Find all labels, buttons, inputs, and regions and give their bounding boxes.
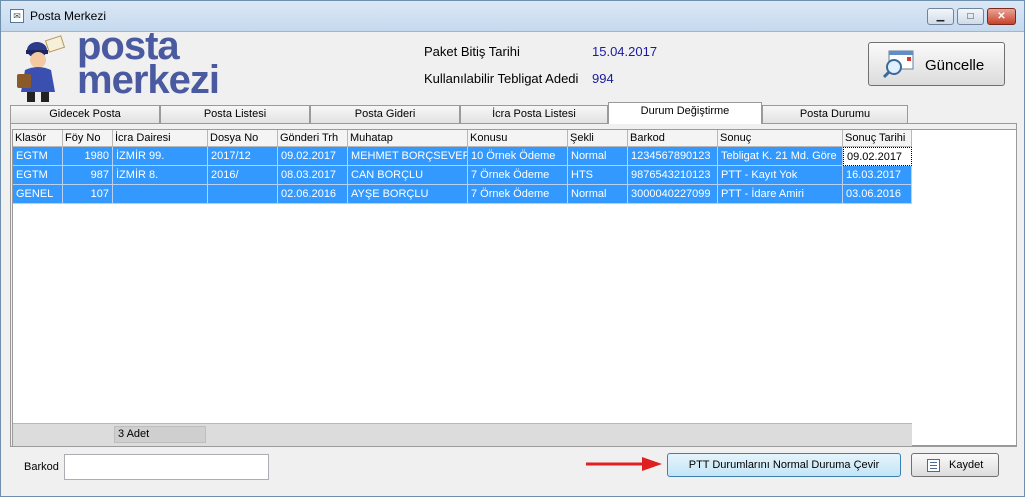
cell-barkod[interactable]: 3000040227099 xyxy=(628,185,718,204)
cell-dosya-no[interactable] xyxy=(208,185,278,204)
barkod-label: Barkod xyxy=(24,461,59,473)
save-button-label: Kaydet xyxy=(949,459,984,471)
column-header-sonuc[interactable]: Sonuç xyxy=(718,130,843,147)
window-title: Posta Merkezi xyxy=(30,9,107,23)
cell-konusu[interactable]: 7 Örnek Ödeme xyxy=(468,166,568,185)
cell-sonuc[interactable]: PTT - Kayıt Yok xyxy=(718,166,843,185)
maximize-button[interactable]: □ xyxy=(957,8,984,25)
available-notice-count-value: 994 xyxy=(592,71,614,86)
cell-foy-no[interactable]: 1980 xyxy=(63,147,113,166)
column-header-sekli[interactable]: Şekli xyxy=(568,130,628,147)
cell-barkod[interactable]: 9876543210123 xyxy=(628,166,718,185)
column-header-foy-no[interactable]: Föy No xyxy=(63,130,113,147)
minimize-button[interactable]: ▁ xyxy=(927,8,954,25)
red-arrow-icon xyxy=(586,457,662,471)
cell-foy-no[interactable]: 107 xyxy=(63,185,113,204)
close-button[interactable]: ✕ xyxy=(987,8,1016,25)
logo-wordmark: posta merkezi xyxy=(77,26,220,102)
cell-gonderi-trh[interactable]: 02.06.2016 xyxy=(278,185,348,204)
package-end-date-value: 15.04.2017 xyxy=(592,44,658,59)
column-header-klasor[interactable]: Klasör xyxy=(13,130,63,147)
cell-klasor[interactable]: EGTM xyxy=(13,147,63,166)
record-count: 3 Adet xyxy=(114,426,206,443)
cell-sonuc-tarihi[interactable]: 16.03.2017 xyxy=(843,166,912,185)
cell-icra-dairesi[interactable] xyxy=(113,185,208,204)
column-header-gonderi-trh[interactable]: Gönderi Trh xyxy=(278,130,348,147)
app-icon: ✉ xyxy=(10,9,24,23)
package-end-date-label: Paket Bitiş Tarihi xyxy=(424,44,520,59)
cell-gonderi-trh[interactable]: 08.03.2017 xyxy=(278,166,348,185)
update-button-label: Güncelle xyxy=(925,57,985,74)
cell-gonderi-trh[interactable]: 09.02.2017 xyxy=(278,147,348,166)
column-header-icra-dairesi[interactable]: İcra Dairesi xyxy=(113,130,208,147)
cell-konusu[interactable]: 7 Örnek Ödeme xyxy=(468,185,568,204)
available-notice-count-label: Kullanılabilir Tebligat Adedi xyxy=(424,71,579,86)
tab-posta-listesi[interactable]: Posta Listesi xyxy=(160,105,310,123)
cell-muhatap[interactable]: MEHMET BORÇSEVER xyxy=(348,147,468,166)
cell-muhatap[interactable]: CAN BORÇLU xyxy=(348,166,468,185)
column-header-barkod[interactable]: Barkod xyxy=(628,130,718,147)
ptt-normalize-button[interactable]: PTT Durumlarını Normal Duruma Çevir xyxy=(667,453,901,477)
logo-line-2: merkezi xyxy=(77,58,220,102)
cell-sonuc-tarihi[interactable]: 09.02.2017 xyxy=(843,147,912,166)
cell-sonuc[interactable]: PTT - İdare Amiri xyxy=(718,185,843,204)
cell-konusu[interactable]: 10 Örnek Ödeme xyxy=(468,147,568,166)
tab-gidecek-posta[interactable]: Gidecek Posta xyxy=(10,105,160,123)
cell-barkod[interactable]: 1234567890123 xyxy=(628,147,718,166)
cell-sonuc[interactable]: Tebligat K. 21 Md. Göre xyxy=(718,147,843,166)
cell-sonuc-tarihi[interactable]: 03.06.2016 xyxy=(843,185,912,204)
cell-sekli[interactable]: Normal xyxy=(568,185,628,204)
status-grid[interactable]: Klasör Föy No İcra Dairesi Dosya No Gönd… xyxy=(12,129,1017,446)
cell-klasor[interactable]: GENEL xyxy=(13,185,63,204)
barkod-input[interactable] xyxy=(64,454,269,480)
save-button[interactable]: Kaydet xyxy=(911,453,999,477)
cell-muhatap[interactable]: AYŞE BORÇLU xyxy=(348,185,468,204)
cell-foy-no[interactable]: 987 xyxy=(63,166,113,185)
cell-dosya-no[interactable]: 2016/ xyxy=(208,166,278,185)
cell-sekli[interactable]: HTS xyxy=(568,166,628,185)
postman-logo-icon xyxy=(17,35,66,102)
main-window: ✉ Posta Merkezi ▁ □ ✕ posta merkezi Pake… xyxy=(0,0,1025,497)
grid-footer: 3 Adet xyxy=(13,423,912,446)
column-header-dosya-no[interactable]: Dosya No xyxy=(208,130,278,147)
cell-icra-dairesi[interactable]: İZMİR 99. xyxy=(113,147,208,166)
update-button[interactable]: Güncelle xyxy=(868,42,1005,86)
tab-durum-degistirme[interactable]: Durum Değiştirme xyxy=(608,102,762,124)
column-header-konusu[interactable]: Konusu xyxy=(468,130,568,147)
column-header-muhatap[interactable]: Muhatap xyxy=(348,130,468,147)
tab-icra-posta-listesi[interactable]: İcra Posta Listesi xyxy=(460,105,608,123)
cell-klasor[interactable]: EGTM xyxy=(13,166,63,185)
tab-posta-durumu[interactable]: Posta Durumu xyxy=(762,105,908,123)
search-window-icon xyxy=(883,50,914,79)
tab-posta-gideri[interactable]: Posta Gideri xyxy=(310,105,460,123)
cell-dosya-no[interactable]: 2017/12 xyxy=(208,147,278,166)
column-header-sonuc-tarihi[interactable]: Sonuç Tarihi xyxy=(843,130,912,147)
list-icon xyxy=(927,459,940,472)
cell-sekli[interactable]: Normal xyxy=(568,147,628,166)
cell-icra-dairesi[interactable]: İZMİR 8. xyxy=(113,166,208,185)
